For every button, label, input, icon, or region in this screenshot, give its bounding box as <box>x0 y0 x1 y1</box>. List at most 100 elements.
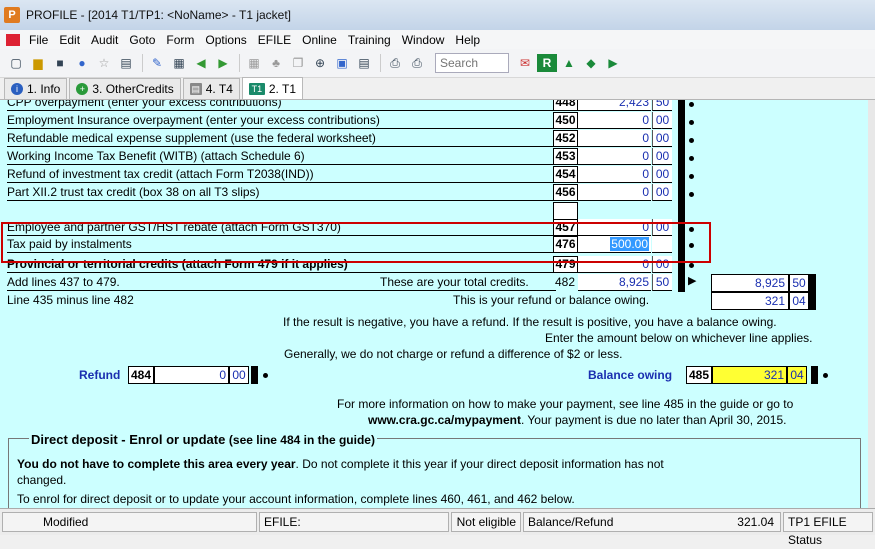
document-tabs: i 1. Info +3. OtherCredits ▤ 4. T4 T1 2. T1 <box>0 77 875 100</box>
dd-bold-text: You do not have to complete this area ev… <box>17 457 296 471</box>
dd-instructions: You do not have to complete this area ev… <box>17 457 664 471</box>
row-dot <box>263 373 268 378</box>
grid-icon[interactable]: ▦ <box>244 54 264 72</box>
amount-field[interactable]: 0 <box>578 148 651 165</box>
amount-field[interactable]: 0 <box>578 166 651 183</box>
status-balance-refund: Balance/Refund 321.04 <box>523 512 781 532</box>
direct-deposit-section: Direct deposit - Enrol or update (see li… <box>8 432 861 518</box>
vertical-scrollbar[interactable] <box>868 100 875 508</box>
line-number: 452 <box>553 130 578 147</box>
balance-owing-cents[interactable]: 04 <box>787 366 807 384</box>
menu-help[interactable]: Help <box>450 33 486 47</box>
title-bar: P PROFILE - [2014 T1/TP1: <NoName> - T1 … <box>0 0 875 30</box>
direct-deposit-title: Direct deposit - Enrol or update (see li… <box>29 432 377 447</box>
toolbar: ▢ ▆ ■ ● ☆ ▤ ✎ ▦ ◀ ▶ ▦ ♣ ❐ ⊕ ▣ ▤ ⎙ ⎙ ✉ R … <box>0 49 875 78</box>
cents-field[interactable]: 00 <box>652 148 672 165</box>
search-input[interactable] <box>435 53 509 73</box>
amount-field[interactable]: 2,423 <box>578 100 651 111</box>
menu-online[interactable]: Online <box>297 33 343 47</box>
cents-field[interactable]: 00 <box>652 184 672 201</box>
help-icon[interactable]: ▶ <box>603 54 623 72</box>
menu-window[interactable]: Window <box>397 33 451 47</box>
save-icon[interactable]: ■ <box>50 54 70 72</box>
info-line-3: Generally, we do not charge or refund a … <box>284 347 623 361</box>
amount-field[interactable]: 0 <box>578 130 651 147</box>
form-row-450: Employment Insurance overpayment (enter … <box>7 112 556 129</box>
menu-audit[interactable]: Audit <box>86 33 124 47</box>
zoom-icon[interactable]: ⊕ <box>310 54 330 72</box>
open-folder-icon[interactable]: ▆ <box>28 54 48 72</box>
total-credits-label: These are your total credits. <box>380 275 529 289</box>
right-total-cents: 50 <box>789 274 809 292</box>
back-arrow-icon[interactable]: ◀ <box>191 54 211 72</box>
copy-icon[interactable]: ❐ <box>288 54 308 72</box>
tab-label: 2. T1 <box>268 81 297 96</box>
tab-label: 1. Info <box>27 82 61 96</box>
print-icon[interactable]: ⎙ <box>385 54 405 72</box>
tab-othercredits[interactable]: +3. OtherCredits <box>69 78 181 99</box>
refund-amount-field[interactable]: 0 <box>154 366 229 384</box>
mail-icon[interactable]: ✉ <box>515 54 535 72</box>
payment-due-text: . Your payment is due no later than Apri… <box>520 413 787 427</box>
tab-label: 4. T4 <box>205 82 233 96</box>
tab-label: 3. OtherCredits <box>92 82 174 96</box>
row-dot <box>823 373 828 378</box>
printer2-icon[interactable]: ⎙ <box>407 54 427 72</box>
tree-icon[interactable]: ♣ <box>266 54 286 72</box>
cents-field[interactable]: 00 <box>652 130 672 147</box>
tab-info[interactable]: i 1. Info <box>4 78 68 99</box>
status-amount: 321.04 <box>737 515 774 529</box>
chat-icon[interactable]: ◆ <box>581 54 601 72</box>
amount-field[interactable]: 0 <box>578 112 651 129</box>
new-doc-icon[interactable]: ▢ <box>6 54 26 72</box>
row-label: CPP overpayment (enter your excess contr… <box>7 100 282 109</box>
refund-cents-field[interactable]: 00 <box>229 366 249 384</box>
refund-balance-label: This is your refund or balance owing. <box>453 293 650 307</box>
menu-goto[interactable]: Goto <box>124 33 161 47</box>
toolbar-separator <box>380 54 381 72</box>
window-title: PROFILE - [2014 T1/TP1: <NoName> - T1 ja… <box>26 8 292 22</box>
menu-form[interactable]: Form <box>161 33 200 47</box>
info-line-1: If the result is negative, you have a re… <box>283 315 777 329</box>
review-icon[interactable]: R <box>537 54 557 72</box>
balance-owing-amount[interactable]: 321 <box>712 366 787 384</box>
calculator-icon[interactable]: ▦ <box>169 54 189 72</box>
menu-training[interactable]: Training <box>343 33 397 47</box>
forward-arrow-icon[interactable]: ▶ <box>213 54 233 72</box>
info-icon[interactable]: ● <box>72 54 92 72</box>
line-number: 450 <box>553 112 578 129</box>
payment-link[interactable]: www.cra.gc.ca/mypayment <box>368 413 521 427</box>
right-total-amount: 8,925 <box>711 274 789 292</box>
cents-field[interactable]: 50 <box>652 100 672 111</box>
menu-options[interactable]: Options <box>200 33 252 47</box>
refund-balance-cents: 04 <box>789 292 809 310</box>
cents-field[interactable]: 00 <box>652 112 672 129</box>
tab-t1[interactable]: T1 2. T1 <box>241 77 304 99</box>
document-menu-icon[interactable] <box>6 33 20 46</box>
menu-edit[interactable]: Edit <box>54 33 86 47</box>
edit-icon[interactable]: ✎ <box>147 54 167 72</box>
row-dot <box>689 120 694 125</box>
total-cents: 50 <box>652 274 672 291</box>
t4-icon: ▤ <box>189 83 202 95</box>
row-dot <box>689 192 694 197</box>
forms-icon[interactable]: ▤ <box>116 54 136 72</box>
row-label: Employment Insurance overpayment (enter … <box>7 113 380 127</box>
refund-line: 484 <box>128 366 154 384</box>
toolbar-separator <box>142 54 143 72</box>
amount-field[interactable]: 0 <box>578 184 651 201</box>
sheet-icon[interactable]: ▤ <box>354 54 374 72</box>
form-row-452: Refundable medical expense supplement (u… <box>7 130 556 147</box>
column-bar <box>251 366 258 384</box>
form-row-453: Working Income Tax Benefit (WITB) (attac… <box>7 148 556 165</box>
table-icon[interactable]: ▣ <box>332 54 352 72</box>
row-dot <box>689 102 694 107</box>
cents-field[interactable]: 00 <box>652 166 672 183</box>
menu-file[interactable]: File <box>24 33 54 47</box>
tab-t4[interactable]: ▤ 4. T4 <box>182 78 240 99</box>
column-bar <box>678 100 685 292</box>
line-number: 448 <box>553 100 578 111</box>
star-icon[interactable]: ☆ <box>94 54 114 72</box>
bell-icon[interactable]: ▲ <box>559 54 579 72</box>
menu-efile[interactable]: EFILE <box>253 33 297 47</box>
